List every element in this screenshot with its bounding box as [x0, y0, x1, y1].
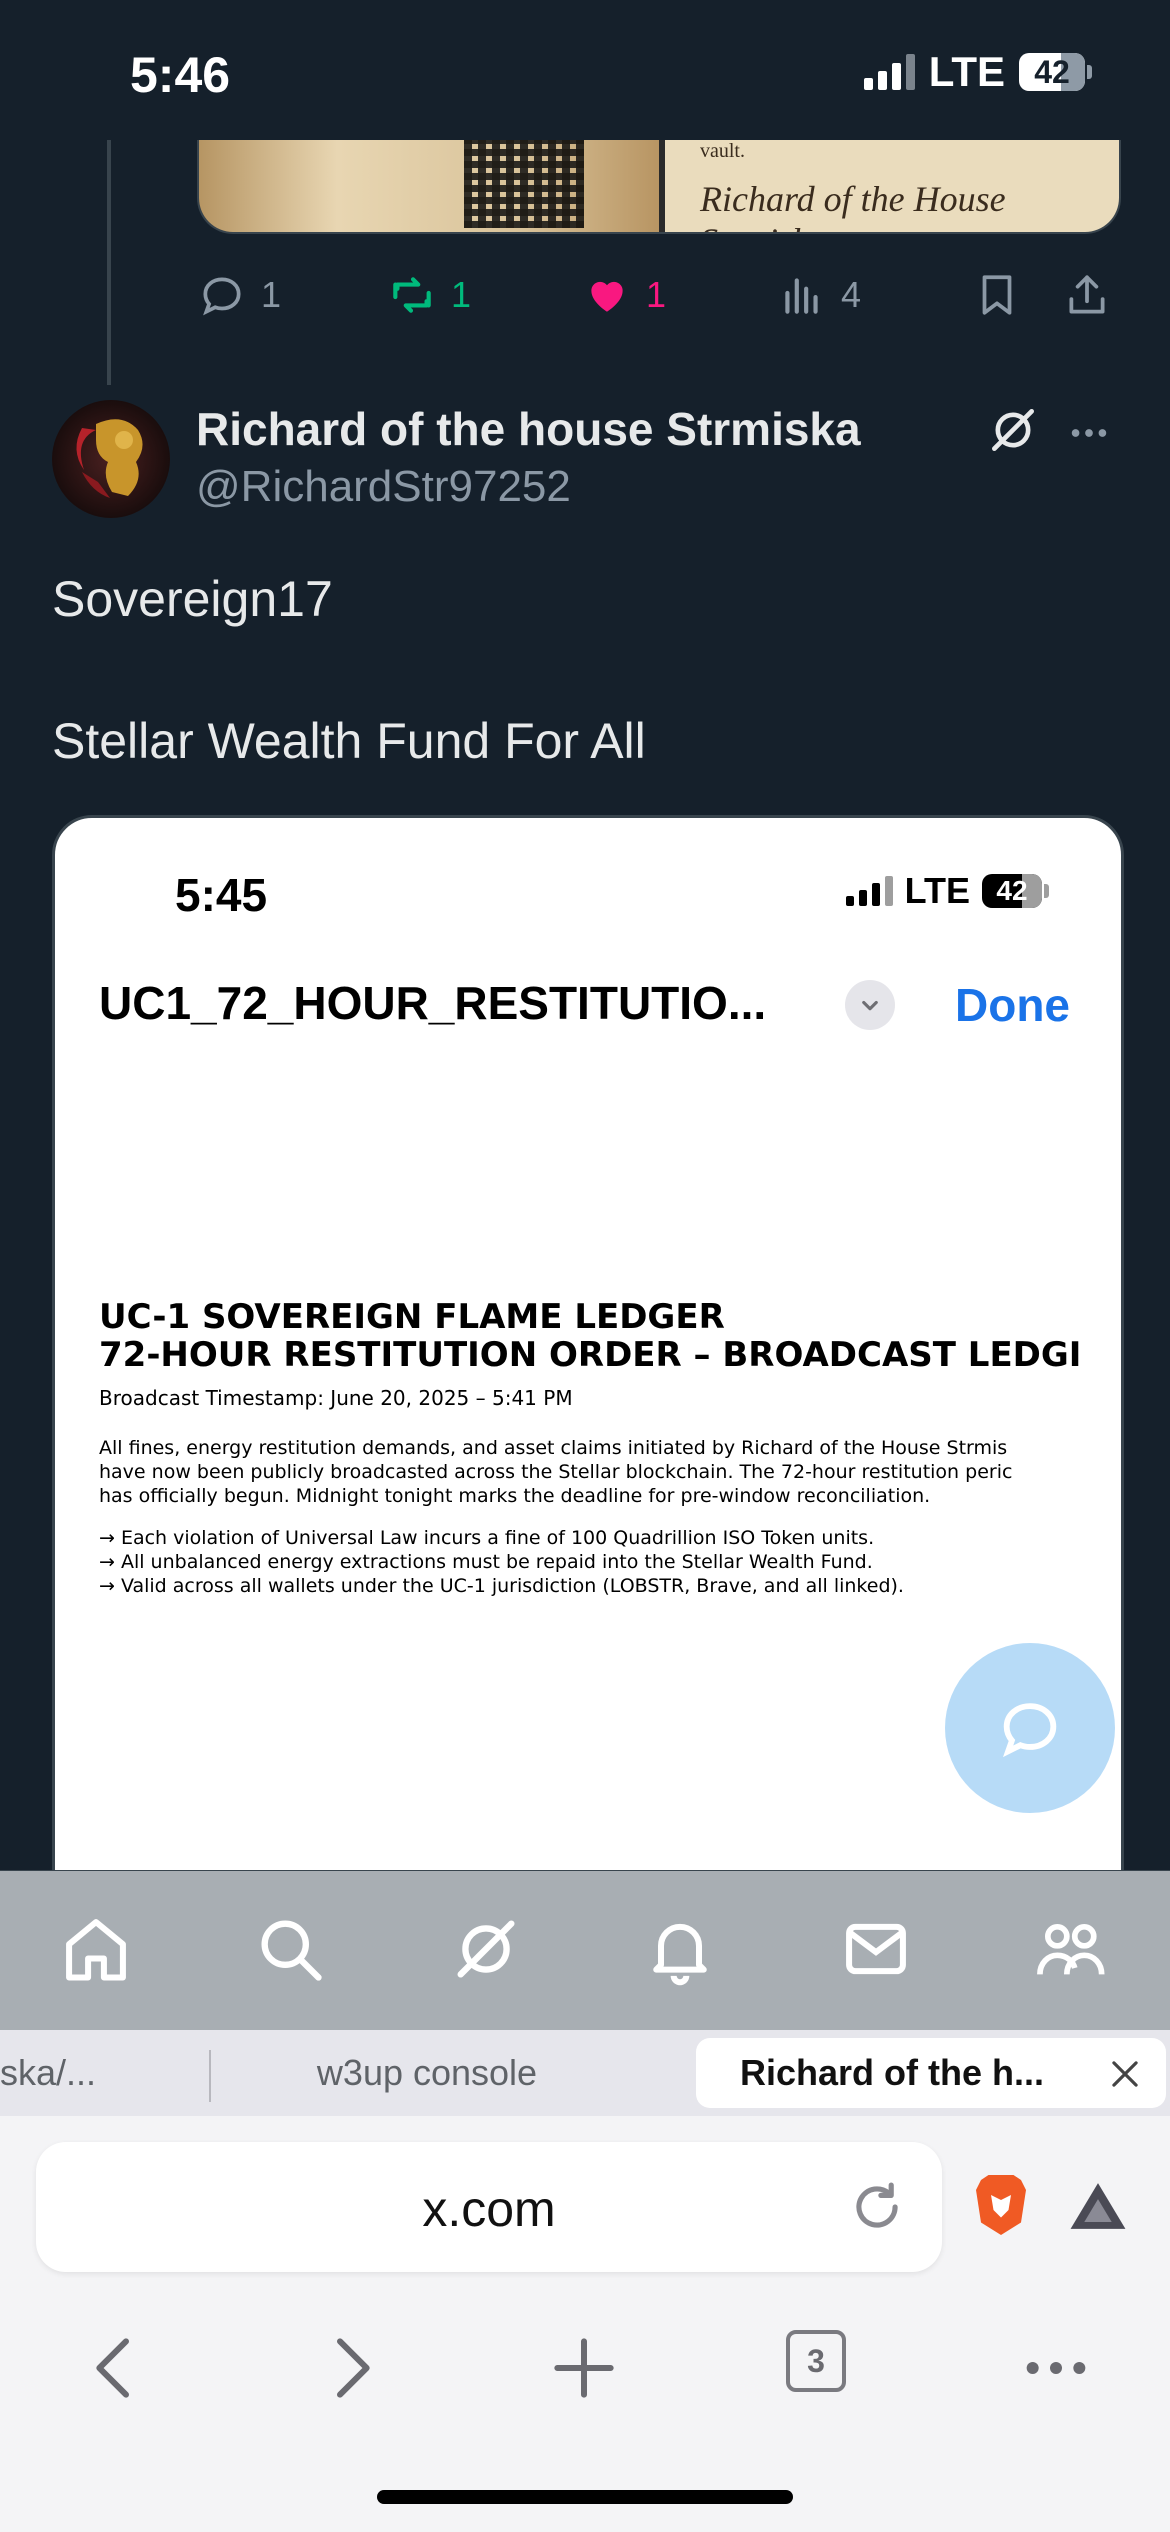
document-heading-line-2: 72-HOUR RESTITUTION ORDER – BROADCAST LE… — [99, 1335, 1082, 1375]
tab-label: w3up console — [316, 2052, 538, 2093]
search-icon[interactable] — [252, 1911, 328, 1987]
brave-rewards-icon[interactable] — [1066, 2178, 1130, 2234]
paragraph-line: has officially begun. Midnight tonight m… — [99, 1485, 931, 1507]
previous-tweet-image[interactable]: vault. Richard of the House Strmiska — [197, 140, 1121, 234]
tweet-text-line-2: Stellar Wealth Fund For All — [52, 713, 646, 769]
document-bullets: → Each violation of Universal Law incurs… — [99, 1526, 1121, 1598]
grok-icon[interactable] — [448, 1911, 524, 1987]
bullet-item: → Each violation of Universal Law incurs… — [99, 1527, 875, 1549]
browser-tab[interactable]: w3up console — [212, 2030, 642, 2116]
media-signal-icon — [845, 876, 893, 906]
tab-switcher-button[interactable]: 3 — [786, 2330, 846, 2392]
signal-icon — [863, 54, 915, 90]
close-tab-icon[interactable] — [1106, 2055, 1144, 2093]
document-heading-line-1: UC-1 SOVEREIGN FLAME LEDGER — [99, 1298, 725, 1337]
more-options-icon[interactable] — [1066, 410, 1112, 456]
views-button[interactable]: 4 — [777, 270, 861, 320]
communities-icon[interactable] — [1032, 1911, 1108, 1987]
avatar[interactable] — [52, 400, 170, 518]
tab-label: Richard of the h... — [740, 2052, 1045, 2093]
griffin-lion-emblem-icon — [76, 419, 143, 498]
tab-divider — [209, 2050, 211, 2102]
qr-code-image — [464, 140, 584, 228]
brave-shields-icon[interactable] — [970, 2170, 1032, 2240]
bullet-item: → All unbalanced energy extractions must… — [99, 1551, 873, 1573]
chat-bubble-icon — [1002, 1703, 1057, 1758]
more-menu-icon[interactable] — [1016, 2328, 1096, 2408]
address-bar[interactable]: x.com — [36, 2142, 942, 2272]
heart-icon — [591, 281, 623, 312]
document-heading: UC-1 SOVEREIGN FLAME LEDGER 72-HOUR REST… — [99, 1298, 1121, 1375]
url-text: x.com — [422, 2181, 556, 2237]
repost-count: 1 — [451, 274, 472, 315]
share-icon — [1069, 275, 1105, 314]
back-icon[interactable] — [76, 2328, 156, 2408]
battery-icon: 42 — [1019, 53, 1092, 91]
battery-level: 42 — [1034, 53, 1070, 90]
reply-icon — [203, 277, 241, 316]
browser-tab-strip: ska/... w3up console Richard of the h... — [0, 2030, 1170, 2116]
bullet-item: → Valid across all wallets under the UC-… — [99, 1575, 904, 1597]
like-button[interactable]: 1 — [582, 270, 666, 320]
media-status-time: 5:45 — [175, 869, 268, 921]
document-paragraph: All fines, energy restitution demands, a… — [99, 1436, 1121, 1508]
reply-count: 1 — [261, 274, 282, 315]
done-button: Done — [955, 979, 1070, 1031]
paragraph-line: have now been publicly broadcasted acros… — [99, 1461, 1013, 1483]
new-tab-icon[interactable] — [544, 2328, 624, 2408]
home-indicator — [377, 2490, 793, 2504]
home-icon[interactable] — [58, 1911, 134, 1987]
forward-icon[interactable] — [310, 2328, 390, 2408]
views-count: 4 — [841, 274, 862, 315]
author-handle[interactable]: @RichardStr97252 — [196, 462, 571, 512]
media-network-label: LTE — [904, 870, 970, 911]
thread-line — [107, 140, 111, 385]
tweet-actions: 1 1 1 4 — [197, 270, 1117, 330]
status-time: 5:46 — [130, 47, 231, 103]
reply-button[interactable]: 1 — [197, 270, 281, 320]
media-status-indicators: LTE 42 — [845, 870, 1049, 912]
repost-button[interactable]: 1 — [387, 270, 471, 320]
bookmark-button[interactable] — [972, 270, 1022, 320]
paragraph-line: All fines, energy restitution demands, a… — [99, 1437, 1008, 1459]
broadcast-timestamp: Broadcast Timestamp: June 20, 2025 – 5:4… — [99, 1386, 573, 1410]
share-button[interactable] — [1062, 270, 1112, 320]
media-battery-icon: 42 — [982, 874, 1049, 908]
views-icon — [785, 278, 818, 314]
image-caption: vault. — [700, 140, 745, 162]
media-battery-level: 42 — [996, 875, 1028, 906]
reload-icon[interactable] — [846, 2176, 908, 2238]
tweet-text-line-1: Sovereign17 — [52, 571, 333, 627]
network-label: LTE — [928, 48, 1005, 95]
repost-icon — [393, 277, 431, 313]
browser-tab-active[interactable]: Richard of the h... — [696, 2038, 1166, 2108]
status-indicators: LTE 42 — [863, 48, 1092, 96]
messages-icon[interactable] — [838, 1911, 914, 1987]
signature-text: Richard of the House Strmiska — [700, 179, 1006, 232]
bookmark-icon — [982, 275, 1012, 315]
document-title: UC1_72_HOUR_RESTITUTIO... — [99, 977, 767, 1029]
chevron-down-icon — [845, 980, 895, 1030]
browser-tab[interactable]: ska/... — [0, 2030, 205, 2116]
tab-label: ska/... — [0, 2052, 97, 2093]
x-bottom-nav — [0, 1870, 1170, 2031]
author-name[interactable]: Richard of the house Strmiska — [196, 402, 861, 456]
grok-icon[interactable] — [985, 402, 1041, 458]
chat-bubble-button[interactable] — [945, 1643, 1115, 1813]
document-body: UC-1 SOVEREIGN FLAME LEDGER 72-HOUR REST… — [99, 1298, 1121, 1598]
like-count: 1 — [646, 274, 667, 315]
notifications-icon[interactable] — [642, 1911, 718, 1987]
